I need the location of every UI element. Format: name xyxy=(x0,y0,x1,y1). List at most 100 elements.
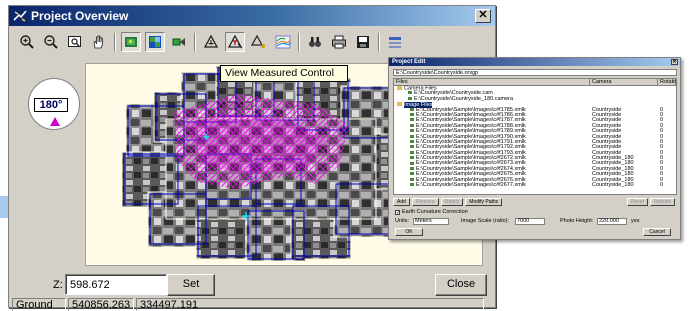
view-cameras-icon xyxy=(172,38,185,46)
status-y: 334497.191 xyxy=(136,298,484,311)
height-input[interactable]: 220.000 xyxy=(597,218,627,225)
toolbar-separator xyxy=(194,33,196,51)
status-mode: Ground xyxy=(12,298,66,311)
view-mosaic-icon xyxy=(149,36,161,48)
zoom-out-icon xyxy=(44,35,58,49)
ok-button[interactable]: OK xyxy=(395,228,423,236)
save-button[interactable] xyxy=(353,32,373,52)
view-measured-control-icon xyxy=(227,34,243,49)
view-measured-control-button[interactable] xyxy=(225,32,245,52)
print-icon xyxy=(332,35,346,49)
app-icon xyxy=(13,10,27,22)
image-file-icon xyxy=(410,139,414,143)
zoom-extent-icon xyxy=(68,36,81,47)
image-file-icon xyxy=(410,161,414,165)
image-file-icon xyxy=(410,118,414,122)
project-edit-buttons: Add Remove Modify Modify Paths Reset Reb… xyxy=(393,198,677,207)
units-label: Units: xyxy=(395,218,410,224)
image-file-icon xyxy=(410,113,414,116)
toolbar-separator xyxy=(378,33,380,51)
project-edit-close-button[interactable]: ✕ xyxy=(671,59,678,65)
project-path-field[interactable]: E:\Countryside\Countryside.orxgp xyxy=(393,69,677,76)
project-settings-row: Units: Meters Image Scale (ratio): 7000 … xyxy=(395,218,677,226)
add-button[interactable]: Add xyxy=(393,198,410,206)
project-edit-window: Project Edit ✕ E:\Countryside\Countrysid… xyxy=(388,57,681,240)
pan-hand-icon xyxy=(93,35,103,49)
find-button[interactable] xyxy=(305,32,325,52)
title-bar: Project Overview ✕ xyxy=(9,6,495,26)
z-label: Z: xyxy=(53,279,63,291)
cancel-button[interactable]: Cancel xyxy=(643,228,671,236)
view-mosaic-button[interactable] xyxy=(145,32,165,52)
image-file-icon xyxy=(410,145,414,149)
image-file-icon xyxy=(410,150,414,154)
orientation-compass[interactable]: 180° xyxy=(28,78,80,130)
view-contours-icon xyxy=(275,35,291,49)
image-file-icon xyxy=(410,183,414,187)
earth-curvature-label: Earth Curvature Correction xyxy=(402,209,468,215)
image-file-icon xyxy=(408,91,412,95)
view-contours-button[interactable] xyxy=(273,32,293,52)
tooltip: View Measured Control xyxy=(220,65,348,82)
toolbar xyxy=(17,30,409,54)
view-images-icon xyxy=(125,37,137,47)
image-file-icon xyxy=(410,107,414,111)
dialog-buttons: OK Cancel xyxy=(395,228,677,237)
layout-icon xyxy=(389,37,401,48)
background-window-edge xyxy=(0,196,8,218)
layout-button[interactable] xyxy=(385,32,405,52)
column-header-rotation[interactable]: Rotation xyxy=(658,79,676,85)
zoom-in-button[interactable] xyxy=(17,32,37,52)
modify-button[interactable]: Modify xyxy=(440,198,464,206)
folder-icon xyxy=(397,86,402,90)
print-button[interactable] xyxy=(329,32,349,52)
window-title: Project Overview xyxy=(31,9,129,23)
list-item-rotation: 0 xyxy=(660,182,664,189)
list-item[interactable]: E:\Countryside\Sample\Images\c#f2677.xml… xyxy=(394,182,676,189)
pan-button[interactable] xyxy=(89,32,109,52)
folder-icon xyxy=(397,102,402,107)
earth-curvature-checkbox[interactable]: ✓ xyxy=(395,210,400,216)
toolbar-separator xyxy=(298,33,300,51)
zoom-extent-button[interactable] xyxy=(65,32,85,52)
status-x: 540856.263 xyxy=(68,298,134,311)
earth-curvature-option[interactable]: ✓ Earth Curvature Correction xyxy=(395,209,468,216)
file-rows: Camera Files E:\Countryside\Countryside.c… xyxy=(394,86,676,188)
list-item-label: E:\Countryside\Countryside_180.camera xyxy=(414,95,514,102)
view-images-button[interactable] xyxy=(121,32,141,52)
view-cameras-button[interactable] xyxy=(169,32,189,52)
image-file-icon xyxy=(408,96,412,100)
view-points-button[interactable] xyxy=(249,32,269,52)
set-button[interactable]: Set xyxy=(167,274,215,296)
zoom-in-icon xyxy=(20,35,34,49)
image-file-icon xyxy=(410,123,414,127)
units-select[interactable]: Meters xyxy=(413,218,449,225)
reset-button[interactable]: Reset xyxy=(626,198,649,206)
zoom-out-button[interactable] xyxy=(41,32,61,52)
column-header-camera[interactable]: Camera xyxy=(590,79,658,85)
scale-input[interactable]: 7000 xyxy=(515,218,545,225)
column-header-files[interactable]: Files xyxy=(394,79,590,85)
project-file-list[interactable]: Files Camera Rotation Camera FilesE:\Cou… xyxy=(393,78,677,195)
project-edit-title-text: Project Edit xyxy=(392,59,426,65)
z-input[interactable] xyxy=(65,274,167,295)
view-control-button[interactable] xyxy=(201,32,221,52)
toolbar-separator xyxy=(114,33,116,51)
list-item-label: E:\Countryside\Sample\Images\c#f2677.xml… xyxy=(416,182,526,189)
binoculars-icon xyxy=(309,37,321,47)
north-marker-icon xyxy=(50,117,60,126)
close-window-button[interactable]: ✕ xyxy=(475,9,491,23)
rebuild-button[interactable]: Rebuild xyxy=(650,198,675,206)
image-file-icon xyxy=(410,134,414,138)
remove-button[interactable]: Remove xyxy=(411,198,439,206)
image-file-icon xyxy=(410,129,414,133)
save-icon xyxy=(357,36,369,48)
height-unit: yes xyxy=(631,218,640,224)
image-file-icon xyxy=(410,172,414,176)
list-item-name: E:\Countryside\Sample\Images\c#f2677.xml… xyxy=(410,182,526,189)
image-file-icon xyxy=(410,177,414,181)
image-file-icon xyxy=(410,166,414,170)
image-file-icon xyxy=(410,156,414,160)
modify-paths-button[interactable]: Modify Paths xyxy=(465,198,503,206)
close-button[interactable]: Close xyxy=(435,274,487,296)
